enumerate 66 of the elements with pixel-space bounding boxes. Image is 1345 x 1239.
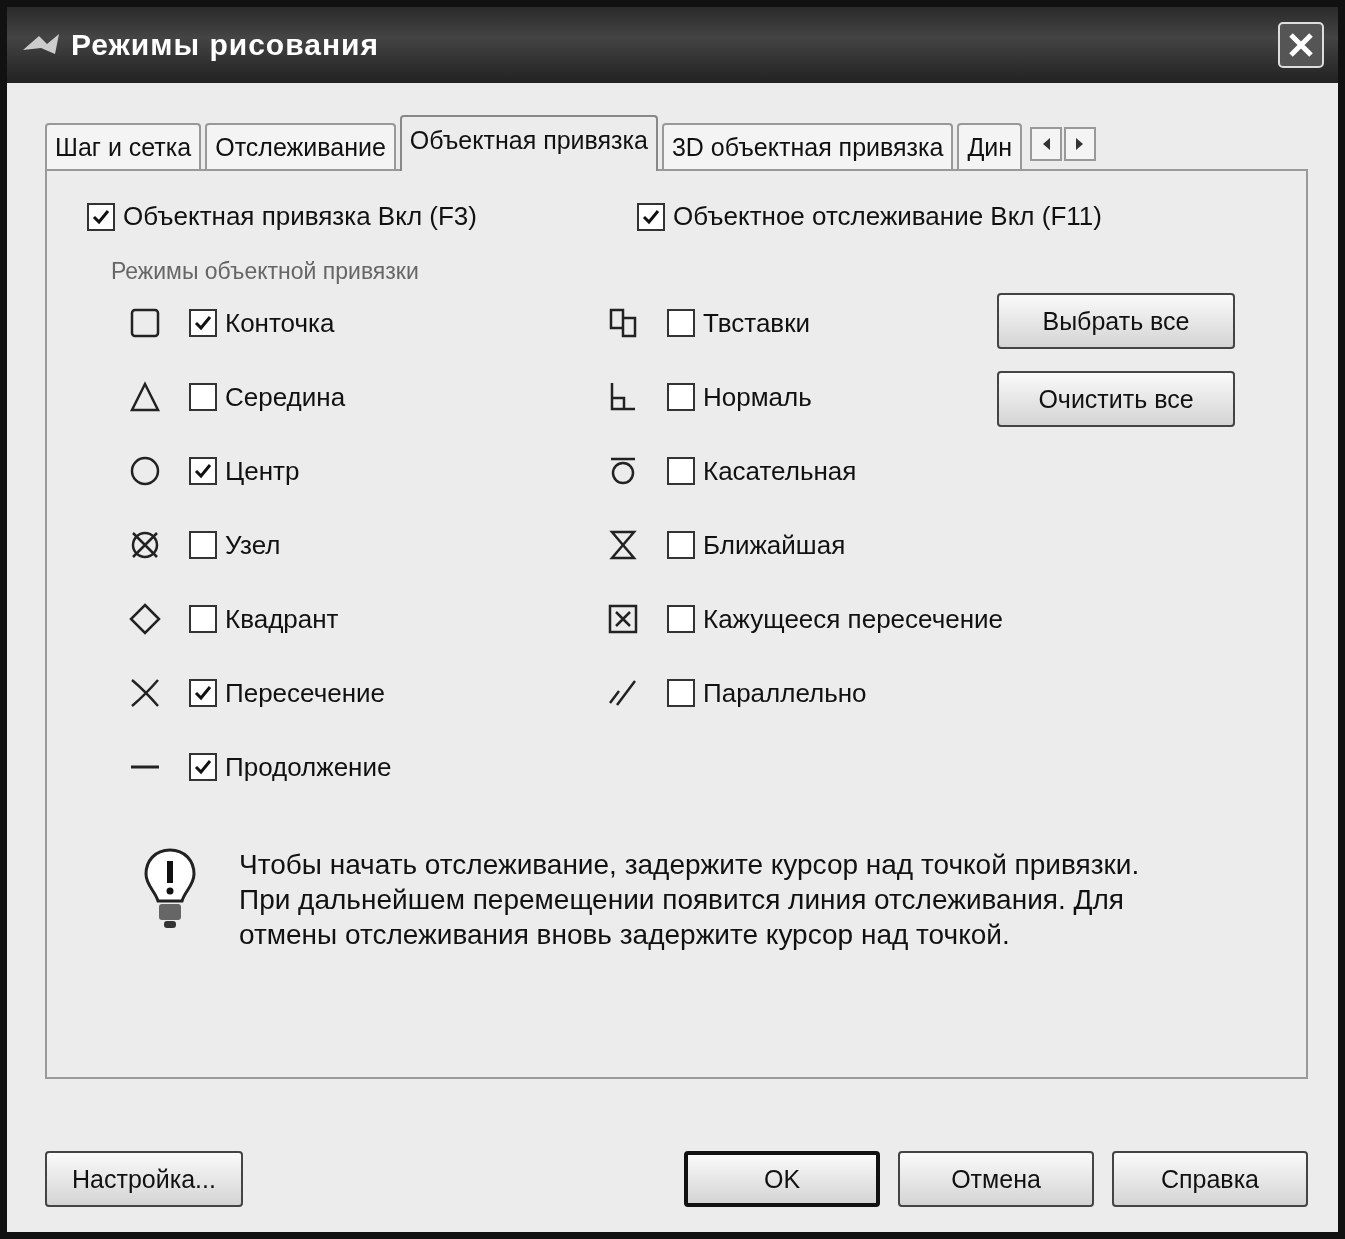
crossed-box-icon (607, 603, 639, 635)
option-label[interactable]: Продолжение (225, 751, 392, 783)
option-label[interactable]: Касательная (703, 455, 857, 487)
scroll-right-button[interactable] (1064, 127, 1097, 161)
checkbox[interactable] (189, 679, 217, 707)
checkbox[interactable] (189, 309, 217, 337)
checkbox[interactable] (189, 753, 217, 781)
option-label[interactable]: Объектная привязка Вкл (F3) (123, 201, 477, 232)
dialog-button[interactable]: Справка (1112, 1151, 1308, 1207)
tab[interactable]: Отслеживание (205, 123, 396, 169)
checkbox[interactable] (667, 457, 695, 485)
left-triangle-icon (1041, 137, 1052, 151)
hourglass-icon (607, 529, 639, 561)
square-icon (129, 307, 161, 339)
option-label[interactable]: Центр (225, 455, 300, 487)
overlapping-squares-icon (607, 307, 639, 339)
triangle-icon (129, 381, 161, 413)
check-icon (194, 684, 212, 702)
option-label[interactable]: Нормаль (703, 381, 812, 413)
close-button[interactable] (1278, 22, 1324, 68)
option-label[interactable]: Ближайшая (703, 529, 846, 561)
close-icon (1287, 31, 1315, 59)
checkbox[interactable] (189, 605, 217, 633)
cross-icon (129, 677, 161, 709)
check-icon (92, 207, 110, 226)
tab[interactable]: Шаг и сетка (45, 123, 202, 169)
check-icon (194, 314, 212, 332)
window-title: Режимы рисования (71, 28, 380, 62)
checkbox[interactable] (637, 202, 665, 231)
group-label: Режимы объектной привязки (111, 258, 420, 285)
check-icon (194, 758, 212, 776)
dash-icon (129, 765, 161, 769)
option-label[interactable]: Квадрант (225, 603, 339, 635)
checkbox[interactable] (87, 202, 115, 231)
checkbox[interactable] (667, 309, 695, 337)
checkbox[interactable] (667, 605, 695, 633)
action-button[interactable]: Выбрать все (997, 293, 1235, 349)
option-label[interactable]: Кажущееся пересечение (703, 603, 1003, 635)
checkbox[interactable] (189, 383, 217, 411)
option-label[interactable]: Узел (225, 529, 281, 561)
option-label[interactable]: Конточка (225, 307, 335, 339)
checkbox[interactable] (189, 457, 217, 485)
checkbox[interactable] (667, 531, 695, 559)
check-icon (194, 462, 212, 480)
checkbox[interactable] (667, 383, 695, 411)
hint-text: Чтобы начать отслеживание, задержите курсор над точкой привязки. При дальнейшем перемещении появится линия отслеживания. Для отмены отслеживания вновь задержите курсор над точкой. (239, 848, 1141, 952)
option-label[interactable]: Объектное отслеживание Вкл (F11) (673, 201, 1102, 232)
checkbox[interactable] (667, 679, 695, 707)
diamond-icon (129, 603, 161, 635)
check-icon (642, 207, 660, 226)
options-button[interactable]: Настройка... (45, 1151, 243, 1207)
crossed-circle-icon (129, 529, 161, 561)
action-button[interactable]: Очистить все (997, 371, 1235, 427)
circle-icon (129, 455, 161, 487)
lightbulb-icon (143, 847, 197, 931)
option-label[interactable]: Параллельно (703, 677, 867, 709)
checkbox[interactable] (189, 531, 217, 559)
scroll-left-button[interactable] (1030, 127, 1063, 161)
dialog-button[interactable]: OK (684, 1151, 880, 1207)
tab[interactable]: Дин (957, 123, 1023, 169)
option-label[interactable]: Твставки (703, 307, 811, 339)
option-label[interactable]: Пересечение (225, 677, 385, 709)
dialog-button[interactable]: Отмена (898, 1151, 1094, 1207)
tab[interactable]: Объектная привязка (399, 115, 658, 171)
tab[interactable]: 3D объектная привязка (661, 123, 954, 169)
option-label[interactable]: Середина (225, 381, 346, 413)
